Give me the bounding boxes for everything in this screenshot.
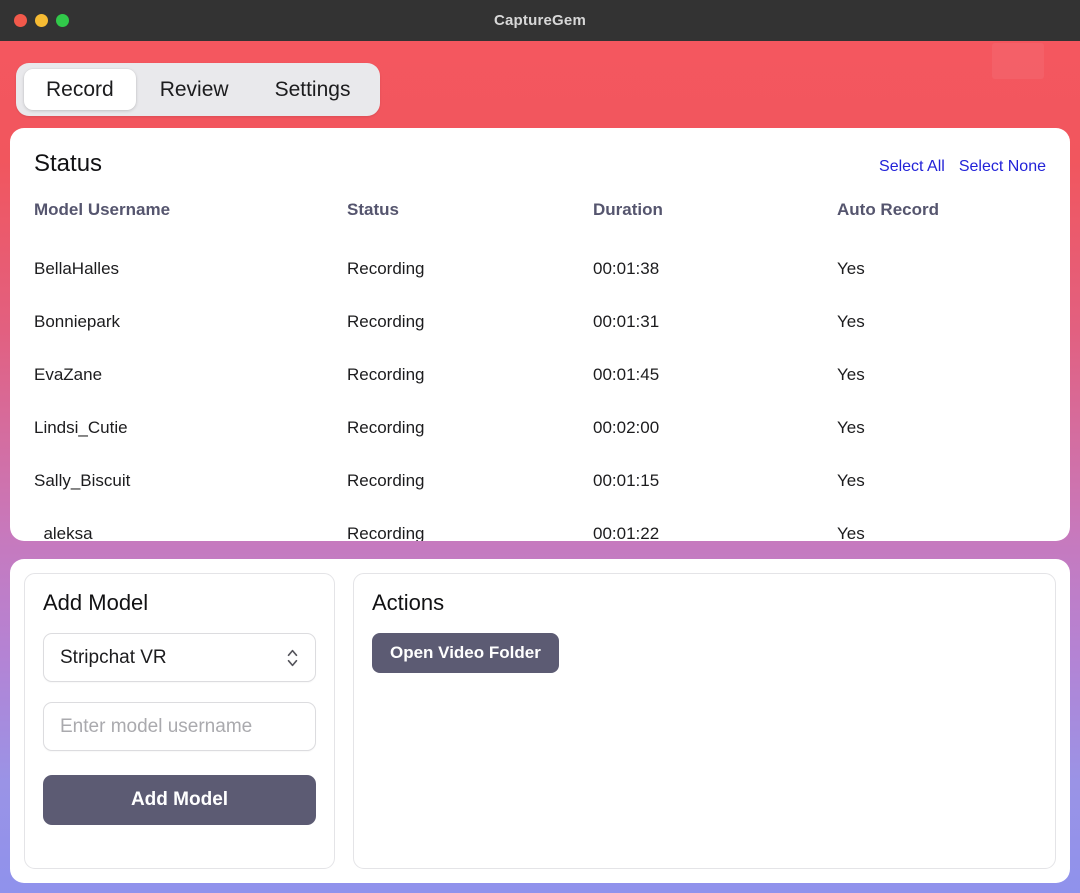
- add-model-button[interactable]: Add Model: [43, 775, 316, 825]
- model-username-input[interactable]: [43, 702, 316, 751]
- select-none-link[interactable]: Select None: [959, 158, 1046, 176]
- app-content: Record Review Settings Status Select All…: [0, 41, 1080, 893]
- table-header: Model Username Status Duration Auto Reco…: [34, 200, 1046, 242]
- cell-auto-record: Yes: [837, 401, 1046, 454]
- table-header-row: Model Username Status Duration Auto Reco…: [34, 200, 1046, 242]
- table-row[interactable]: EvaZane Recording 00:01:45 Yes: [34, 348, 1046, 401]
- column-header-status: Status: [347, 200, 593, 242]
- cell-status: Recording: [347, 295, 593, 348]
- cell-duration: 00:02:00: [593, 401, 837, 454]
- column-header-model-username: Model Username: [34, 200, 347, 242]
- bottom-card: Add Model Stripchat VR Add Model Actions…: [10, 559, 1070, 883]
- site-select-value: Stripchat VR: [60, 647, 167, 669]
- tabbar-region: Record Review Settings: [10, 51, 1070, 128]
- cell-duration: 00:01:38: [593, 242, 837, 295]
- table-body: BellaHalles Recording 00:01:38 Yes Bonni…: [34, 242, 1046, 541]
- cell-username: Sally_Biscuit: [34, 454, 347, 507]
- cell-username: Lindsi_Cutie: [34, 401, 347, 454]
- status-selection-links: Select All Select None: [879, 158, 1046, 176]
- actions-title: Actions: [372, 590, 1037, 616]
- cell-username: _aleksa_: [34, 507, 347, 541]
- add-model-title: Add Model: [43, 590, 316, 616]
- cell-username: Bonniepark: [34, 295, 347, 348]
- cell-duration: 00:01:15: [593, 454, 837, 507]
- cell-status: Recording: [347, 348, 593, 401]
- select-all-link[interactable]: Select All: [879, 158, 945, 176]
- minimize-window-icon[interactable]: [35, 14, 48, 27]
- status-title: Status: [34, 150, 102, 178]
- model-status-table: Model Username Status Duration Auto Reco…: [34, 200, 1046, 541]
- window-controls: [14, 0, 69, 41]
- add-model-panel: Add Model Stripchat VR Add Model: [24, 573, 335, 869]
- cell-status: Recording: [347, 507, 593, 541]
- cell-auto-record: Yes: [837, 242, 1046, 295]
- cell-duration: 00:01:45: [593, 348, 837, 401]
- cell-status: Recording: [347, 242, 593, 295]
- cell-status: Recording: [347, 401, 593, 454]
- card-separator: [10, 541, 1070, 559]
- table-row[interactable]: Sally_Biscuit Recording 00:01:15 Yes: [34, 454, 1046, 507]
- table-row[interactable]: _aleksa_ Recording 00:01:22 Yes: [34, 507, 1046, 541]
- status-card-header: Status Select All Select None: [34, 150, 1046, 178]
- tab-review[interactable]: Review: [138, 69, 251, 110]
- cell-status: Recording: [347, 454, 593, 507]
- actions-panel: Actions Open Video Folder: [353, 573, 1056, 869]
- cell-auto-record: Yes: [837, 507, 1046, 541]
- site-select[interactable]: Stripchat VR: [43, 633, 316, 682]
- cell-duration: 00:01:22: [593, 507, 837, 541]
- chevron-up-down-icon: [286, 647, 299, 669]
- cell-username: EvaZane: [34, 348, 347, 401]
- open-video-folder-button[interactable]: Open Video Folder: [372, 633, 559, 673]
- cell-auto-record: Yes: [837, 295, 1046, 348]
- table-row[interactable]: Bonniepark Recording 00:01:31 Yes: [34, 295, 1046, 348]
- table-row[interactable]: BellaHalles Recording 00:01:38 Yes: [34, 242, 1046, 295]
- cell-auto-record: Yes: [837, 348, 1046, 401]
- window-titlebar: CaptureGem: [0, 0, 1080, 41]
- cell-auto-record: Yes: [837, 454, 1046, 507]
- close-window-icon[interactable]: [14, 14, 27, 27]
- cell-duration: 00:01:31: [593, 295, 837, 348]
- column-header-duration: Duration: [593, 200, 837, 242]
- table-row[interactable]: Lindsi_Cutie Recording 00:02:00 Yes: [34, 401, 1046, 454]
- status-card: Status Select All Select None Model User…: [10, 128, 1070, 541]
- tab-settings[interactable]: Settings: [253, 69, 373, 110]
- column-header-auto-record: Auto Record: [837, 200, 1046, 242]
- tabbar: Record Review Settings: [16, 63, 380, 116]
- window-title: CaptureGem: [0, 12, 1080, 29]
- maximize-window-icon[interactable]: [56, 14, 69, 27]
- cell-username: BellaHalles: [34, 242, 347, 295]
- app-window: CaptureGem Record Review Settings Status…: [0, 0, 1080, 893]
- tab-record[interactable]: Record: [24, 69, 136, 110]
